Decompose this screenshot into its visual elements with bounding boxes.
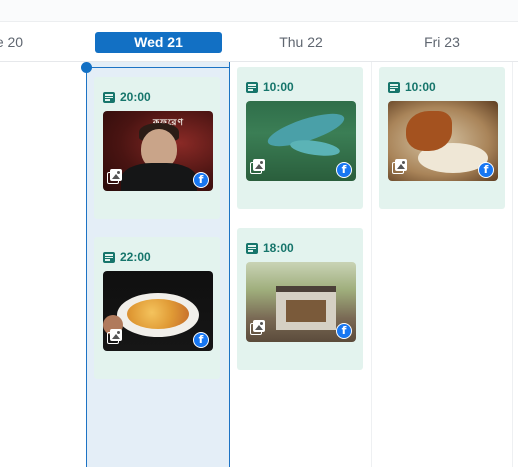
facebook-icon: f [336, 162, 352, 178]
facebook-icon: f [193, 172, 209, 188]
scheduled-post-card[interactable]: 10:00 f [379, 67, 505, 209]
toolbar-strip [0, 0, 518, 22]
gallery-icon [107, 329, 123, 345]
post-note-icon [388, 81, 400, 93]
post-thumbnail-lake[interactable]: f [246, 101, 356, 181]
post-time: 22:00 [120, 250, 151, 264]
header-divider [0, 61, 518, 62]
column-divider [371, 62, 372, 467]
day-header-fri[interactable]: Fri 23 [378, 22, 506, 62]
day-label: Tue 20 [0, 34, 24, 50]
post-thumbnail-portrait[interactable]: কফরেণ f [103, 111, 213, 191]
gallery-icon [107, 169, 123, 185]
gallery-icon [250, 159, 266, 175]
post-time-row: 10:00 [388, 79, 505, 95]
post-thumbnail-pizza[interactable]: f [103, 271, 213, 351]
post-time: 10:00 [263, 80, 294, 94]
column-divider [512, 62, 513, 467]
post-time: 10:00 [405, 80, 436, 94]
gallery-icon [250, 320, 266, 336]
day-label: Thu 22 [279, 34, 323, 50]
post-time-row: 18:00 [246, 240, 363, 256]
thumbnail-art [289, 137, 341, 159]
thumbnail-art [406, 111, 452, 151]
day-header-wed[interactable]: Wed 21 [95, 22, 222, 62]
thumbnail-art [286, 300, 326, 322]
day-header-thu[interactable]: Thu 22 [237, 22, 365, 62]
day-label: Fri 23 [424, 34, 460, 50]
day-header-tue[interactable]: Tue 20 [0, 22, 60, 62]
scheduled-post-card[interactable]: 20:00 কফরেণ f [94, 77, 220, 219]
thumbnail-art [121, 163, 197, 191]
post-note-icon [103, 251, 115, 263]
thumbnail-art [127, 299, 189, 329]
post-thumbnail-cafe[interactable]: f [246, 262, 356, 342]
post-note-icon [246, 81, 258, 93]
scheduled-post-card[interactable]: 10:00 f [237, 67, 363, 209]
post-time: 20:00 [120, 90, 151, 104]
post-time: 18:00 [263, 241, 294, 255]
post-time-row: 10:00 [246, 79, 363, 95]
gallery-icon [392, 159, 408, 175]
facebook-icon: f [193, 332, 209, 348]
facebook-icon: f [478, 162, 494, 178]
current-time-indicator [81, 62, 92, 73]
post-time-row: 20:00 [103, 89, 220, 105]
facebook-icon: f [336, 323, 352, 339]
post-thumbnail-fish-dish[interactable]: f [388, 101, 498, 181]
scheduled-post-card[interactable]: 18:00 f [237, 228, 363, 370]
scheduled-post-card[interactable]: 22:00 f [94, 237, 220, 379]
post-note-icon [103, 91, 115, 103]
post-time-row: 22:00 [103, 249, 220, 265]
today-day-label: Wed 21 [95, 31, 222, 53]
current-time-line [86, 67, 230, 68]
post-note-icon [246, 242, 258, 254]
